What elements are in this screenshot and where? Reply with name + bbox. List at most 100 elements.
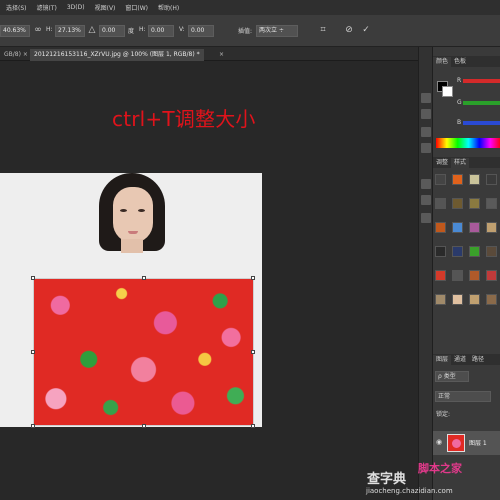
tab-styles[interactable]: 样式 (451, 158, 470, 168)
transform-handle-bottom-right[interactable] (251, 424, 255, 428)
style-swatch[interactable] (435, 174, 446, 185)
tab-layers[interactable]: 图层 (433, 355, 452, 365)
menu-select[interactable]: 选择(S) (6, 3, 27, 12)
height-label: H: (46, 26, 53, 33)
layer-name: 图层 1 (469, 440, 487, 447)
actions-icon[interactable] (421, 109, 431, 119)
angle-icon: △ (88, 25, 96, 35)
blue-slider[interactable] (463, 121, 500, 125)
style-swatch[interactable] (469, 174, 480, 185)
transform-handle-top-right[interactable] (251, 276, 255, 280)
style-swatch[interactable] (452, 246, 463, 257)
face-shape (113, 187, 153, 243)
style-swatch[interactable] (469, 222, 480, 233)
style-swatch[interactable] (486, 246, 497, 257)
style-swatch[interactable] (452, 270, 463, 281)
visibility-eye-icon[interactable]: ◉ (436, 438, 442, 446)
background-color-swatch[interactable] (442, 86, 453, 97)
tab-adjustments[interactable]: 调整 (433, 158, 451, 168)
paragraph-icon[interactable] (421, 195, 431, 205)
tab-color[interactable]: 颜色 (433, 57, 452, 67)
hskew-field[interactable]: 0.00 (148, 25, 174, 37)
layers-panel-tabs: 图层 通道 路径 (433, 354, 500, 365)
layer-thumbnail (447, 434, 465, 452)
layer-kind-filter[interactable]: ρ 类型 (435, 371, 469, 382)
transform-handle-bottom-center[interactable] (142, 424, 146, 428)
style-swatch[interactable] (486, 198, 497, 209)
style-swatch[interactable] (469, 198, 480, 209)
left-eye-shape (120, 209, 127, 212)
hskew-label: H: (139, 26, 146, 33)
properties-icon[interactable] (421, 213, 431, 223)
link-icon[interactable]: ∞ (32, 24, 44, 36)
color-panel-tabs: 颜色 色板 (433, 56, 500, 67)
layer-kind-filter-row: ρ 类型 (433, 371, 500, 383)
history-icon[interactable] (421, 93, 431, 103)
style-swatch[interactable] (452, 198, 463, 209)
styles-panel-tabs: 调整 样式 (433, 157, 500, 168)
menu-3d[interactable]: 3D(D) (67, 4, 85, 11)
menu-filter[interactable]: 滤镜(T) (37, 3, 57, 12)
color-spectrum-bar[interactable] (436, 138, 500, 148)
style-swatch[interactable] (469, 270, 480, 281)
style-swatch[interactable] (486, 222, 497, 233)
interpolation-label: 插值: (238, 28, 253, 35)
unit-label: 度 (128, 28, 135, 35)
height-field[interactable]: 27.13% (55, 25, 85, 37)
right-panels: 颜色 色板 R G B 调整 样式 图层 通道 路径 ρ 类型 正常 锁定: ◉… (432, 47, 500, 500)
menu-help[interactable]: 帮助(H) (158, 3, 179, 12)
character-icon[interactable] (421, 179, 431, 189)
width-field[interactable]: 40.63% (0, 25, 30, 37)
blue-slider-label: B (457, 119, 462, 126)
green-slider-label: G (457, 99, 462, 106)
style-swatch[interactable] (435, 198, 446, 209)
menu-window[interactable]: 窗口(W) (125, 3, 148, 12)
blend-mode-row: 正常 (433, 391, 500, 403)
panel-icon-strip (418, 47, 432, 500)
style-swatch[interactable] (486, 294, 497, 305)
red-slider-label: R (457, 77, 462, 84)
commit-transform-icon[interactable]: ✓ (360, 24, 372, 36)
style-swatch[interactable] (435, 270, 446, 281)
style-swatch[interactable] (469, 246, 480, 257)
tab-active-document[interactable]: 20121216153116_XZrVU.jpg @ 100% (图层 1, R… (30, 49, 204, 61)
floral-fabric-layer[interactable] (33, 278, 254, 426)
brush-icon[interactable] (421, 127, 431, 137)
transform-handle-top-left[interactable] (31, 276, 35, 280)
style-swatch[interactable] (452, 294, 463, 305)
layer-row-1[interactable]: ◉ 图层 1 (433, 431, 500, 455)
clone-source-icon[interactable] (421, 143, 431, 153)
vskew-field[interactable]: 0.00 (188, 25, 214, 37)
tab-close-button[interactable]: × (215, 49, 228, 61)
style-swatch[interactable] (435, 246, 446, 257)
style-swatch[interactable] (469, 294, 480, 305)
interpolation-select[interactable]: 两次立 ÷ (256, 25, 298, 37)
blend-mode-select[interactable]: 正常 (435, 391, 491, 402)
style-swatch[interactable] (486, 270, 497, 281)
vskew-label: V: (179, 26, 185, 33)
transform-handle-top-center[interactable] (142, 276, 146, 280)
style-swatch[interactable] (486, 174, 497, 185)
warp-icon[interactable]: ⌗ (317, 24, 329, 36)
green-slider[interactable] (463, 101, 500, 105)
style-swatch[interactable] (452, 174, 463, 185)
transform-handle-middle-left[interactable] (31, 350, 35, 354)
tab-paths[interactable]: 路径 (469, 355, 487, 365)
angle-field[interactable]: 0.00 (99, 25, 125, 37)
cancel-transform-icon[interactable]: ⊘ (343, 24, 355, 36)
document-tabs: GB/8) × 20121216153116_XZrVU.jpg @ 100% … (0, 47, 418, 61)
mouth-shape (128, 231, 138, 234)
menu-view[interactable]: 视图(V) (95, 3, 116, 12)
transform-handle-middle-right[interactable] (251, 350, 255, 354)
red-slider[interactable] (463, 79, 500, 83)
tab-channels[interactable]: 通道 (451, 355, 469, 365)
style-swatch[interactable] (435, 222, 446, 233)
style-swatch[interactable] (435, 294, 446, 305)
tab-swatches[interactable]: 色板 (451, 57, 469, 67)
watermark-url: jiaocheng.chazidian.com (366, 487, 453, 495)
neck-shape (121, 239, 143, 253)
style-swatch[interactable] (452, 222, 463, 233)
tab-previous-document[interactable]: GB/8) × (0, 49, 32, 61)
menu-bar: 选择(S) 滤镜(T) 3D(D) 视图(V) 窗口(W) 帮助(H) (0, 0, 500, 15)
transform-handle-bottom-left[interactable] (31, 424, 35, 428)
